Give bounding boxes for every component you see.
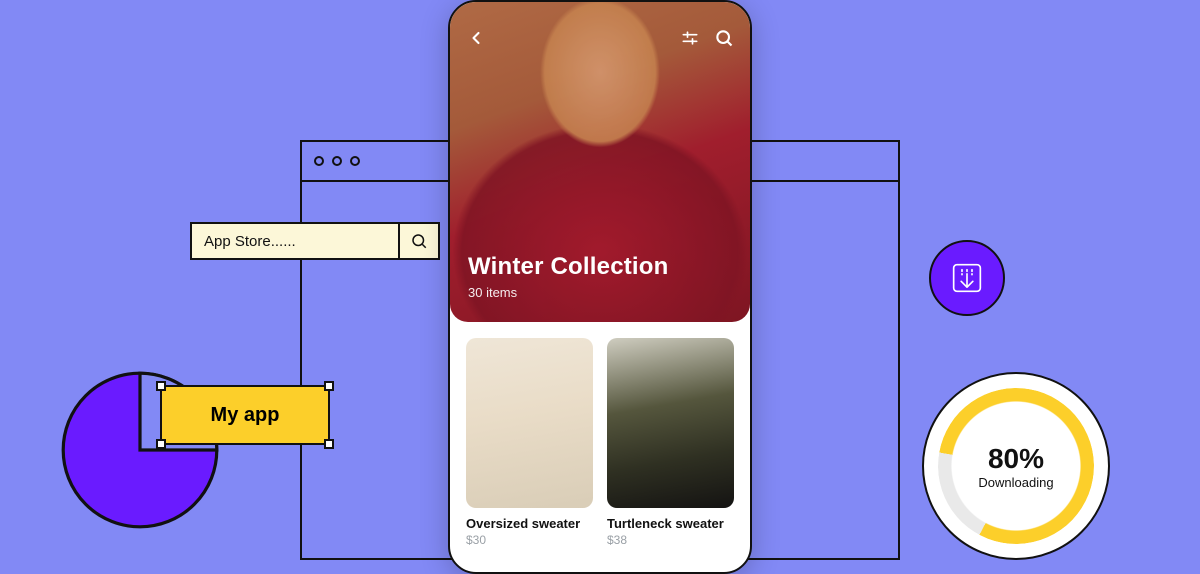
back-button[interactable] xyxy=(466,28,486,48)
product-name: Turtleneck sweater xyxy=(607,516,734,531)
sliders-icon xyxy=(680,28,700,48)
product-image xyxy=(466,338,593,508)
app-store-search[interactable]: App Store...... xyxy=(190,222,440,260)
resize-handle[interactable] xyxy=(156,381,166,391)
search-button[interactable] xyxy=(714,28,734,48)
search-button[interactable] xyxy=(398,224,438,258)
product-price: $30 xyxy=(466,533,593,547)
hero-subtitle: 30 items xyxy=(468,285,669,300)
resize-handle[interactable] xyxy=(324,439,334,449)
download-icon xyxy=(947,258,987,298)
my-app-badge[interactable]: My app xyxy=(160,385,330,445)
search-icon xyxy=(714,28,734,48)
download-progress: 80% Downloading xyxy=(922,372,1110,560)
product-grid: Oversized sweater $30 Turtleneck sweater… xyxy=(450,322,750,547)
phone-mockup: Winter Collection 30 items Oversized swe… xyxy=(448,0,752,574)
my-app-label: My app xyxy=(211,404,280,427)
product-name: Oversized sweater xyxy=(466,516,593,531)
hero-banner[interactable]: Winter Collection 30 items xyxy=(450,2,750,322)
progress-percent: 80% xyxy=(988,443,1044,475)
product-card[interactable]: Oversized sweater $30 xyxy=(466,338,593,547)
resize-handle[interactable] xyxy=(156,439,166,449)
search-icon xyxy=(410,232,428,250)
download-button[interactable] xyxy=(929,240,1005,316)
progress-label: Downloading xyxy=(978,475,1053,490)
chevron-left-icon xyxy=(466,28,486,48)
product-price: $38 xyxy=(607,533,734,547)
search-input[interactable]: App Store...... xyxy=(192,224,398,258)
window-dot xyxy=(332,156,342,166)
product-image xyxy=(607,338,734,508)
window-dot xyxy=(350,156,360,166)
filter-button[interactable] xyxy=(680,28,700,48)
hero-title: Winter Collection xyxy=(468,253,669,281)
window-dot xyxy=(314,156,324,166)
resize-handle[interactable] xyxy=(324,381,334,391)
product-card[interactable]: Turtleneck sweater $38 xyxy=(607,338,734,547)
